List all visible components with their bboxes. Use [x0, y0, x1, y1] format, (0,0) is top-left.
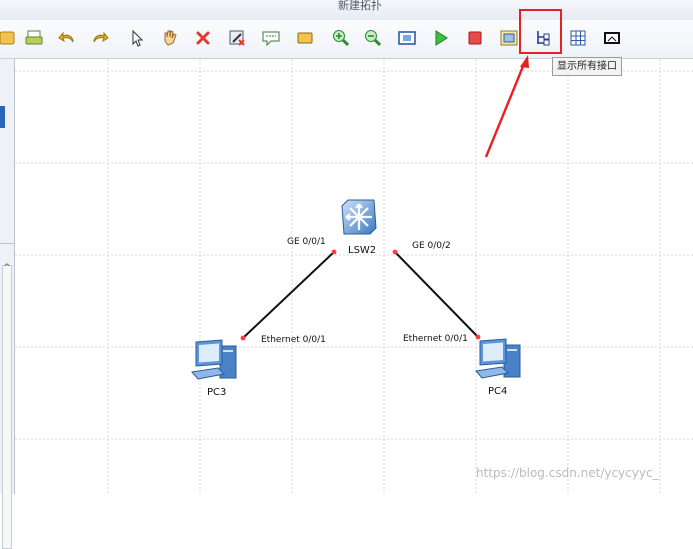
canvas-grid: [15, 59, 693, 494]
pc-pc3[interactable]: [190, 338, 242, 384]
new-topology-icon[interactable]: [0, 27, 18, 49]
undo-icon[interactable]: [56, 27, 78, 49]
fit-window-icon[interactable]: [396, 27, 418, 49]
switch-icon: [341, 199, 377, 235]
redo-icon[interactable]: [89, 27, 111, 49]
interface-label-pc3: Ethernet 0/0/1: [261, 335, 326, 345]
delete-icon[interactable]: [192, 27, 214, 49]
interface-label-lsw2-ge1: GE 0/0/1: [287, 237, 326, 247]
delete-link-icon[interactable]: [226, 27, 248, 49]
scroll-up-arrow-icon[interactable]: ^: [3, 263, 11, 273]
switch-lsw2[interactable]: [340, 198, 378, 236]
print-icon[interactable]: [23, 27, 45, 49]
stop-device-icon[interactable]: [464, 27, 486, 49]
panel-scrollbar[interactable]: ^: [2, 263, 12, 549]
device-name-lsw2: LSW2: [348, 245, 377, 256]
interface-label-lsw2-ge2: GE 0/0/2: [412, 241, 451, 251]
device-panel-edge: ^: [0, 59, 15, 549]
highlight-box: [519, 9, 562, 54]
watermark: https://blog.csdn.net/ycycyyc_: [476, 466, 659, 480]
topology-image-icon[interactable]: [601, 27, 623, 49]
pc-icon: [475, 338, 521, 379]
device-name-pc4: PC4: [488, 386, 508, 397]
hand-pan-icon[interactable]: [159, 27, 181, 49]
select-pointer-icon[interactable]: [126, 27, 148, 49]
device-name-pc3: PC3: [207, 387, 227, 398]
tooltip: 显示所有接口: [552, 57, 622, 76]
text-note-icon[interactable]: [260, 27, 282, 49]
pc-pc4[interactable]: [474, 337, 526, 383]
pc-icon: [191, 339, 237, 380]
window-title: 新建拓扑: [338, 0, 382, 12]
rectangle-icon[interactable]: [294, 27, 316, 49]
title-bar: 新建拓扑: [0, 0, 693, 20]
panel-selection-indicator: [0, 106, 5, 128]
capture-icon[interactable]: [498, 27, 520, 49]
zoom-in-icon[interactable]: [330, 27, 352, 49]
panel-divider: [0, 243, 14, 244]
zoom-out-icon[interactable]: [362, 27, 384, 49]
start-device-icon[interactable]: [430, 27, 452, 49]
topology-canvas[interactable]: [15, 59, 693, 494]
interface-label-pc4: Ethernet 0/0/1: [403, 334, 468, 344]
grid-icon[interactable]: [567, 27, 589, 49]
toolbar: [0, 20, 693, 59]
